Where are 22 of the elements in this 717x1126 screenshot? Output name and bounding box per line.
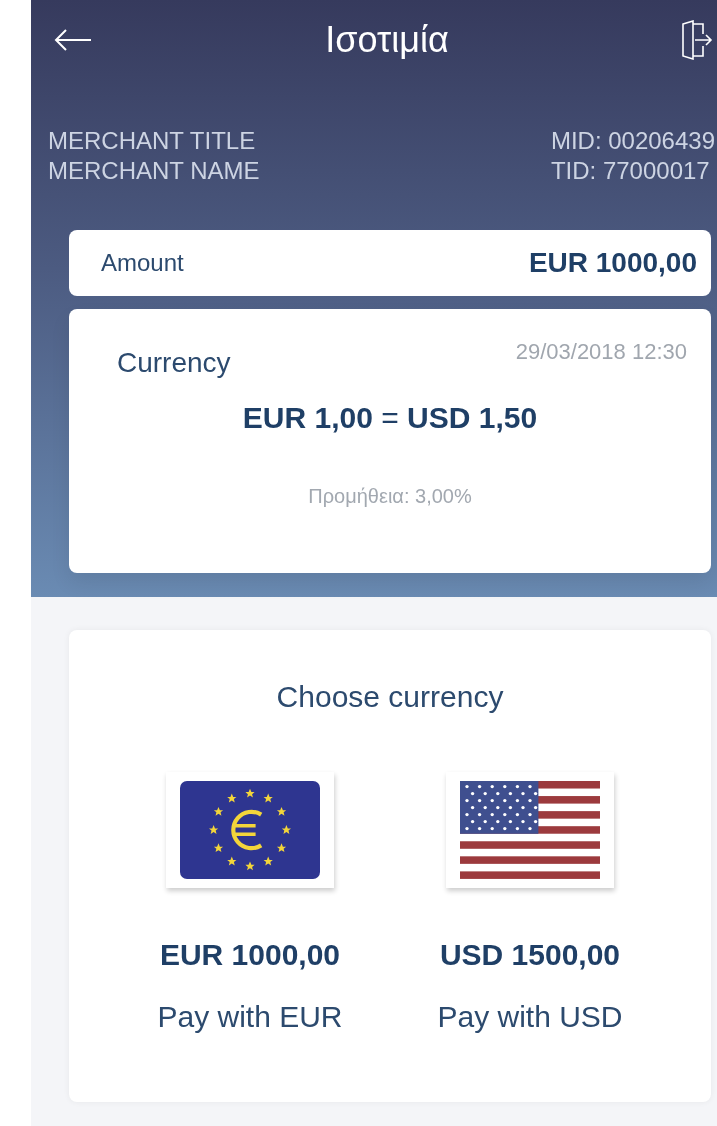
pay-option-label[interactable]: Pay with USD (437, 1000, 623, 1034)
pay-option-label[interactable]: Pay with EUR (157, 1000, 343, 1034)
currency-label: Currency (117, 347, 231, 379)
eu-flag-icon (180, 781, 320, 879)
terminal-id: TID: 77000017 (550, 156, 710, 186)
exit-door-icon[interactable] (681, 20, 713, 60)
merchant-title: MERCHANT TITLE (48, 126, 257, 156)
screen-title: Ισοτιμία (325, 19, 449, 61)
merchant-name: MERCHANT NAME (48, 156, 260, 186)
us-flag-icon (460, 781, 600, 879)
back-arrow-icon[interactable] (53, 28, 93, 52)
payment-amount: EUR 1000,00 (159, 938, 341, 972)
merchant-id: MID: 00206439 (550, 126, 715, 156)
currency-flag-button[interactable] (166, 772, 334, 888)
commission-text: Προμήθεια: 3,00% (308, 485, 472, 508)
rate-date: 29/03/2018 12:30 (515, 339, 687, 366)
exchange-rate: EUR 1,00 = USD 1,50 (242, 401, 538, 435)
currency-flag-button[interactable] (446, 772, 614, 888)
amount-label: Amount (101, 249, 184, 277)
amount-value: EUR 1000,00 (528, 247, 697, 279)
payment-amount: USD 1500,00 (439, 938, 621, 972)
choose-currency-title: Choose currency (276, 680, 504, 714)
